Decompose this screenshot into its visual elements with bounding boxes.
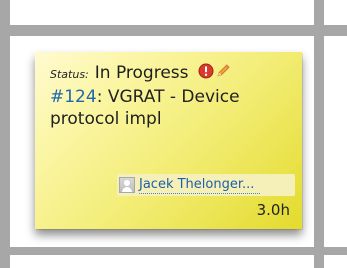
issue-link[interactable]: #124 [50,87,97,107]
assignee-name[interactable]: Jacek Thelonger... [139,177,261,194]
status-row: Status: In Progress [50,61,290,85]
user-avatar-icon [119,177,135,193]
task-board: Status: In Progress #124: VGRAT - Device… [0,0,347,268]
status-icons [198,63,231,83]
grid-line-horizontal-top [0,25,347,36]
task-card[interactable]: Status: In Progress #124: VGRAT - Device… [35,52,302,229]
assignee-chip[interactable]: Jacek Thelonger... [117,174,295,196]
status-label: Status: [50,67,89,81]
priority-icon[interactable] [198,63,214,83]
grid-line-vertical-right [314,0,324,268]
grid-line-horizontal-bottom [0,247,347,255]
time-estimate: 3.0h [256,201,290,219]
edit-icon[interactable] [215,63,231,83]
task-title: #124: VGRAT - Device protocol impl [50,86,292,130]
status-value: In Progress [94,63,189,83]
grid-line-vertical-left [0,0,10,268]
